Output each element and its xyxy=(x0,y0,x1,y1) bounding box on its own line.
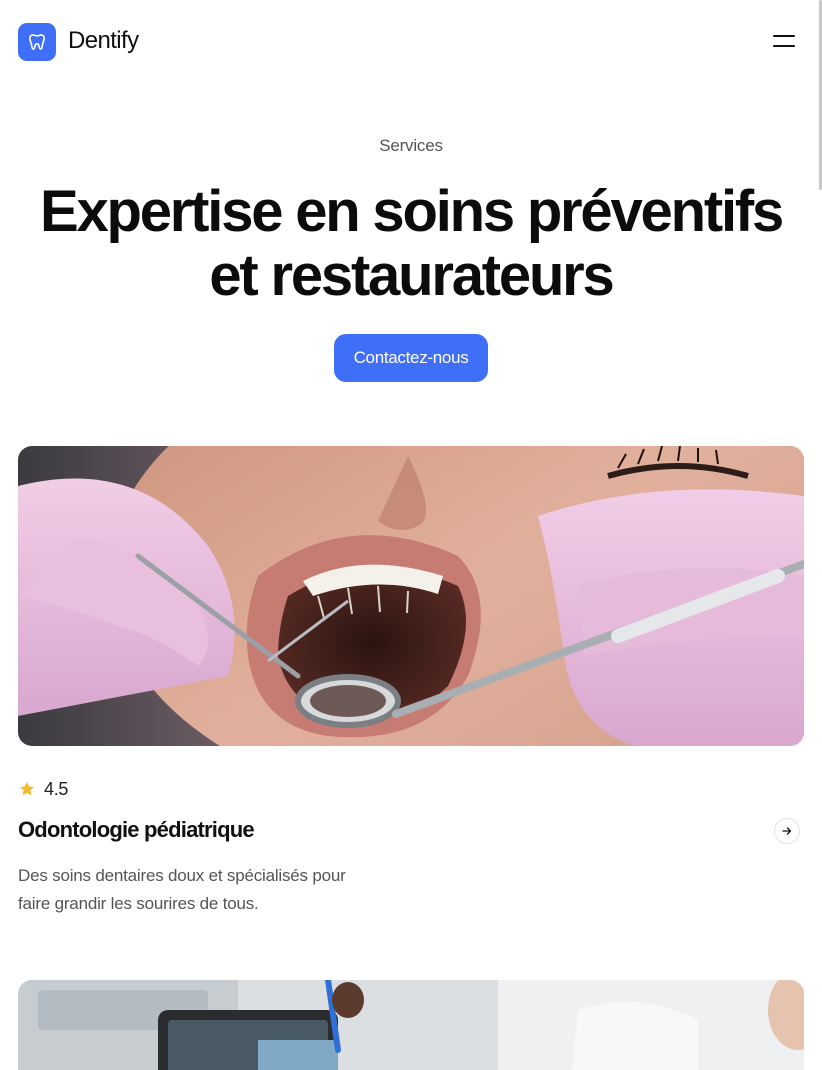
section-eyebrow: Services xyxy=(379,136,443,155)
service-link-button[interactable] xyxy=(774,818,800,844)
hamburger-menu-icon xyxy=(773,35,795,37)
service-description: Des soins dentaires doux et spécialisés … xyxy=(18,866,346,913)
brand-name[interactable]: Dentify xyxy=(68,27,139,55)
service-title[interactable]: Odontologie pédiatrique xyxy=(18,817,255,843)
arrow-right-icon xyxy=(782,827,792,835)
rating-value: 4.5 xyxy=(44,778,69,799)
menu-button[interactable] xyxy=(770,30,798,54)
hamburger-menu-icon-line xyxy=(773,45,795,47)
logo-badge[interactable] xyxy=(18,23,56,61)
page-title: Expertise en soins préventifs et restaur… xyxy=(39,179,784,308)
dental-xray-tablet-photo xyxy=(18,980,804,1070)
rating: 4.5 xyxy=(18,778,68,800)
top-navigation: Dentify xyxy=(0,0,822,84)
tooth-icon xyxy=(29,34,45,50)
contact-button[interactable]: Contactez-nous xyxy=(334,334,488,382)
dental-exam-photo xyxy=(18,446,804,746)
star-icon xyxy=(19,781,35,796)
